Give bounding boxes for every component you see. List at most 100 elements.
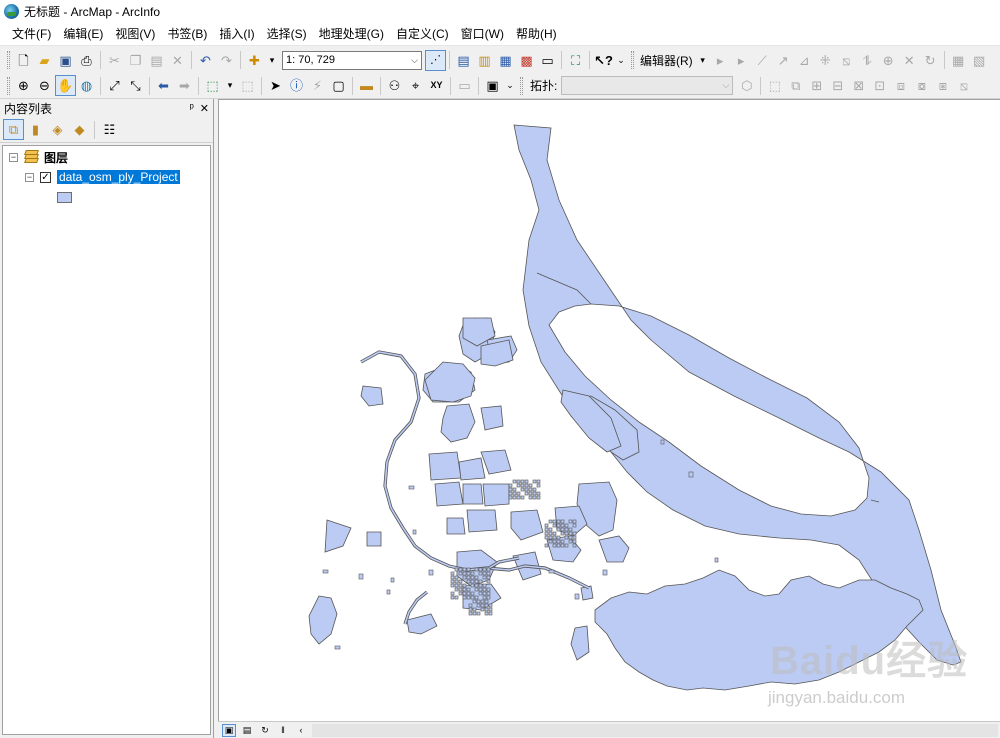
building-polygon[interactable]: [478, 567, 483, 572]
polygon-feature[interactable]: [560, 389, 622, 453]
menu-view[interactable]: 视图(V): [109, 23, 161, 44]
collapse-icon[interactable]: −: [9, 152, 18, 162]
layout-view-icon[interactable]: ▤: [240, 724, 254, 737]
building-polygon[interactable]: [466, 591, 471, 596]
topology-modify-edge-icon[interactable]: ⊞: [806, 75, 827, 96]
building-polygon[interactable]: [482, 575, 487, 580]
toc-options-icon[interactable]: ☷: [99, 119, 120, 140]
polygon-feature[interactable]: [366, 531, 382, 547]
legend-symbol-row[interactable]: [57, 188, 72, 206]
end-point-arc-icon[interactable]: ↗: [773, 50, 794, 71]
building-polygon[interactable]: [458, 579, 463, 584]
building-polygon[interactable]: [480, 603, 485, 608]
building-polygon[interactable]: [454, 567, 459, 572]
cut-icon[interactable]: ✂: [104, 50, 125, 71]
building-polygon[interactable]: [454, 579, 459, 584]
building-polygon[interactable]: [458, 567, 463, 572]
building-polygon[interactable]: [544, 535, 549, 540]
add-data-dropdown-icon[interactable]: ▾: [265, 50, 279, 71]
building-polygon[interactable]: [450, 595, 455, 600]
toolbar-grip[interactable]: [7, 76, 10, 95]
building-polygon[interactable]: [548, 531, 553, 536]
building-polygon[interactable]: [508, 483, 513, 488]
building-polygon[interactable]: [556, 527, 561, 532]
sketch-properties-icon[interactable]: ▧: [969, 50, 990, 71]
building-polygon[interactable]: [484, 611, 489, 616]
building-polygon[interactable]: [560, 523, 565, 528]
building-polygon[interactable]: [486, 579, 491, 584]
building-polygon[interactable]: [556, 523, 561, 528]
hyperlink-icon[interactable]: ⚡: [307, 75, 328, 96]
building-polygon[interactable]: [462, 583, 467, 588]
building-polygon[interactable]: [564, 535, 569, 540]
building-polygon[interactable]: [482, 583, 487, 588]
southeast-landmass-polygon[interactable]: [594, 569, 924, 691]
polygon-feature[interactable]: [548, 569, 555, 574]
polygon-feature[interactable]: [510, 509, 544, 541]
menu-bookmarks[interactable]: 书签(B): [161, 23, 213, 44]
map-topology-icon[interactable]: ⬡: [736, 75, 757, 96]
building-polygon[interactable]: [462, 571, 467, 576]
model-builder-icon[interactable]: ⛶: [565, 50, 586, 71]
building-polygon[interactable]: [450, 579, 455, 584]
building-polygon[interactable]: [482, 587, 487, 592]
menu-edit[interactable]: 编辑(E): [57, 23, 109, 44]
building-polygon[interactable]: [450, 583, 455, 588]
building-polygon[interactable]: [568, 531, 573, 536]
menu-selection[interactable]: 选择(S): [261, 23, 313, 44]
polygon-feature[interactable]: [358, 573, 364, 580]
building-polygon[interactable]: [524, 491, 529, 496]
building-polygon[interactable]: [474, 583, 479, 588]
edit-annotation-icon[interactable]: ▸: [731, 50, 752, 71]
building-polygon[interactable]: [552, 531, 557, 536]
building-polygon[interactable]: [556, 535, 561, 540]
time-slider-icon[interactable]: ▭: [454, 75, 475, 96]
copy-icon[interactable]: ❐: [125, 50, 146, 71]
chevron-down-icon[interactable]: ⌵: [723, 80, 730, 91]
select-dropdown-icon[interactable]: ▾: [223, 75, 237, 96]
building-polygon[interactable]: [474, 575, 479, 580]
polygon-feature[interactable]: [660, 439, 665, 445]
building-polygon[interactable]: [564, 543, 569, 548]
building-polygon[interactable]: [548, 535, 553, 540]
building-polygon[interactable]: [486, 587, 491, 592]
polygon-feature[interactable]: [324, 519, 352, 553]
building-polygon[interactable]: [454, 575, 459, 580]
building-polygon[interactable]: [568, 519, 573, 524]
toolbar-options-icon[interactable]: ⌄: [614, 50, 628, 71]
building-polygon[interactable]: [472, 611, 477, 616]
fixed-zoom-out-icon[interactable]: ⤡: [125, 75, 146, 96]
polygon-feature[interactable]: [570, 625, 590, 661]
building-polygon[interactable]: [488, 607, 493, 612]
building-polygon[interactable]: [552, 543, 557, 548]
split-tool-icon[interactable]: ✕: [899, 50, 920, 71]
select-features-icon[interactable]: ⬚: [202, 75, 223, 96]
editor-menu-button[interactable]: 编辑器(R): [637, 52, 696, 69]
reshape-edge-icon[interactable]: ⊟: [827, 75, 848, 96]
layer-visibility-checkbox[interactable]: ✓: [40, 171, 51, 183]
validate-topology-icon[interactable]: ⧈: [890, 75, 911, 96]
building-polygon[interactable]: [508, 491, 513, 496]
building-polygon[interactable]: [564, 523, 569, 528]
building-polygon[interactable]: [552, 523, 557, 528]
layers-root-row[interactable]: − 图层: [9, 148, 68, 166]
scroll-left-arrow-icon[interactable]: ‹: [294, 724, 308, 737]
list-by-visibility-icon[interactable]: ◈: [47, 119, 68, 140]
building-polygon[interactable]: [516, 479, 521, 484]
building-polygon[interactable]: [560, 531, 565, 536]
building-polygon[interactable]: [556, 543, 561, 548]
building-polygon[interactable]: [468, 603, 473, 608]
close-icon[interactable]: ✕: [200, 102, 209, 115]
building-polygon[interactable]: [516, 483, 521, 488]
polygon-feature[interactable]: [322, 569, 329, 574]
building-polygon[interactable]: [520, 479, 525, 484]
building-polygon[interactable]: [474, 567, 479, 572]
building-polygon[interactable]: [482, 571, 487, 576]
building-polygon[interactable]: [476, 611, 481, 616]
forward-extent-arrow-icon[interactable]: ➡: [174, 75, 195, 96]
polygon-feature[interactable]: [428, 569, 434, 576]
building-polygon[interactable]: [480, 599, 485, 604]
fix-topology-error-icon[interactable]: ⧆: [932, 75, 953, 96]
building-polygon[interactable]: [476, 603, 481, 608]
building-polygon[interactable]: [466, 579, 471, 584]
